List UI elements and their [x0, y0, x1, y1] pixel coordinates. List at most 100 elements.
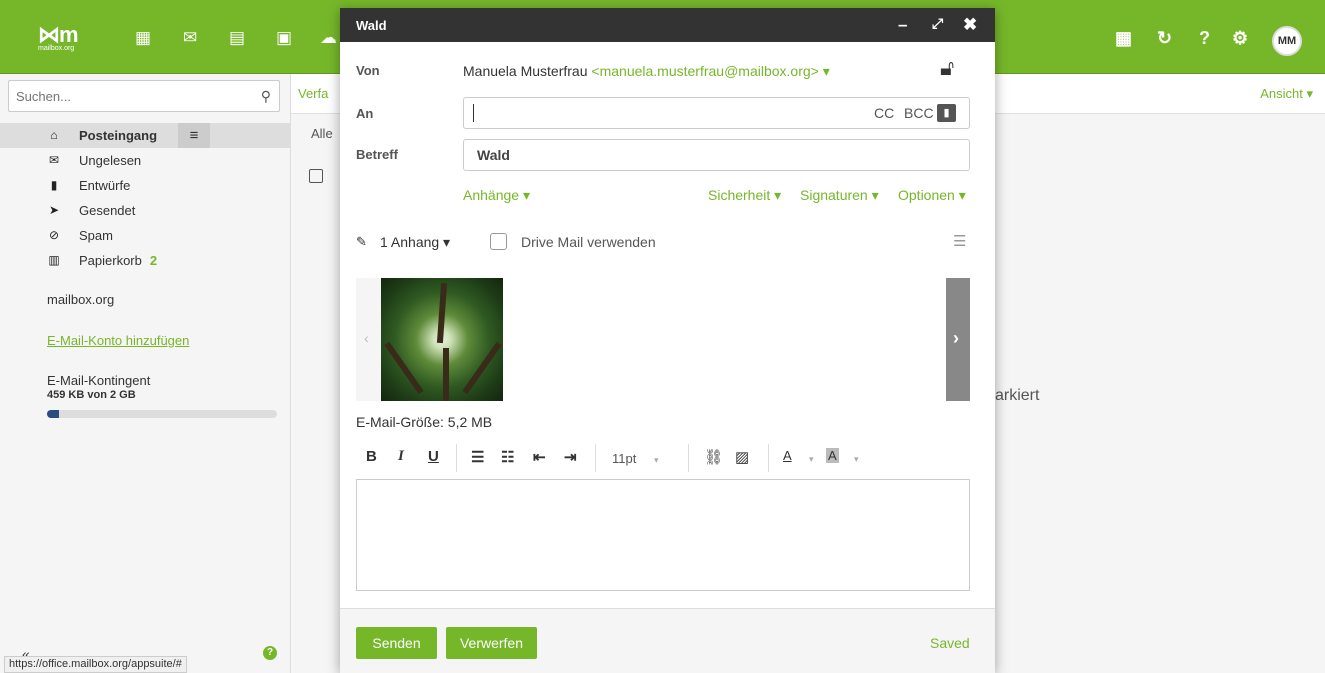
add-account-link[interactable]: E-Mail-Konto hinzufügen [47, 333, 189, 348]
security-dropdown[interactable]: Sicherheit ▾ [708, 187, 781, 204]
help-circle-icon[interactable]: ? [263, 646, 277, 660]
quota-label: E-Mail-Kontingent [47, 373, 151, 388]
font-size-value: 11pt [612, 451, 637, 466]
text-color-icon[interactable]: A [783, 448, 792, 463]
empty-selection-text: arkiert [995, 387, 1040, 404]
folder-trash[interactable]: ▥ Papierkorb 2 [0, 248, 291, 273]
thumb-detail [436, 282, 448, 344]
folder-spam[interactable]: ⊘ Spam [0, 223, 291, 248]
calendar-icon[interactable]: ▤ [229, 28, 245, 48]
folder-menu-icon[interactable]: ≡ [178, 123, 210, 148]
subject-value: Wald [477, 147, 510, 163]
from-selector[interactable]: Manuela Musterfrau <manuela.musterfrau@m… [463, 63, 830, 80]
italic-icon[interactable]: I [398, 448, 404, 465]
address-book-icon[interactable]: ▮ [937, 104, 956, 122]
contacts-icon[interactable]: ▣ [276, 28, 292, 48]
toolbar-divider [768, 444, 769, 472]
drive-mail-toggle[interactable]: Drive Mail verwenden [490, 233, 656, 251]
chevron-down-icon[interactable]: ▾ [854, 454, 859, 465]
mail-icon[interactable]: ✉ [183, 28, 197, 48]
logo-mark: ⋈m [38, 22, 79, 47]
close-icon[interactable]: ✖ [963, 15, 977, 35]
help-icon[interactable]: ? [1199, 28, 1210, 48]
thumb-detail [443, 348, 449, 401]
apps-grid-icon[interactable]: ▦ [1115, 28, 1132, 48]
unlock-icon[interactable]: 🔓︎ [940, 55, 954, 81]
folder-drafts[interactable]: ▮ Entwürfe [0, 173, 291, 198]
compose-footer: Senden Verwerfen Saved [340, 608, 995, 673]
image-icon[interactable]: ▨ [735, 448, 749, 466]
compose-button-partial[interactable]: Verfa [298, 86, 328, 101]
bullet-list-icon[interactable]: ☰ [471, 448, 484, 466]
folder-sent[interactable]: ➤ Gesendet [0, 198, 291, 223]
app-logo[interactable]: ⋈m mailbox.org [38, 22, 98, 53]
attachment-thumbnail[interactable] [381, 278, 503, 401]
attachment-count-dropdown[interactable]: 1 Anhang ▾ [380, 234, 450, 251]
account-name[interactable]: mailbox.org [47, 292, 114, 307]
link-icon[interactable]: ⛓ [704, 448, 723, 466]
compose-dialog: Wald – ⤢ ✖ Von Manuela Musterfrau <manue… [340, 8, 995, 673]
carousel-next-button[interactable]: › [946, 278, 970, 401]
to-label: An [356, 106, 374, 121]
filter-all-partial[interactable]: Alle [311, 126, 333, 141]
toolbar-divider [595, 444, 596, 472]
refresh-icon[interactable]: ↻ [1157, 28, 1172, 48]
search-input[interactable] [9, 81, 239, 111]
minimize-icon[interactable]: – [898, 15, 907, 35]
dashboard-icon[interactable]: ▦ [135, 28, 151, 48]
user-avatar[interactable]: MM [1272, 26, 1302, 56]
search-icon[interactable]: ⚲ [261, 88, 271, 105]
carousel-prev-area[interactable]: ‹ [356, 278, 381, 401]
bold-icon[interactable]: B [366, 448, 377, 465]
send-button[interactable]: Senden [356, 627, 437, 659]
settings-gear-icon[interactable]: ⚙ [1232, 28, 1248, 48]
bcc-button[interactable]: BCC [904, 105, 934, 121]
drive-mail-checkbox[interactable] [490, 233, 507, 251]
envelope-icon: ✉ [48, 153, 60, 167]
outdent-icon[interactable]: ⇤ [533, 448, 546, 466]
maximize-icon[interactable]: ⤢ [932, 15, 943, 32]
chevron-down-icon: ▾ [653, 455, 659, 465]
from-email: <manuela.musterfrau@mailbox.org> [591, 63, 819, 79]
font-size-dropdown[interactable]: 11pt ▾ [612, 451, 659, 466]
folder-inbox[interactable]: ⌂ Posteingang ≡ [0, 123, 291, 148]
text-cursor [473, 104, 474, 122]
subject-field[interactable]: Wald [463, 139, 970, 171]
folder-sidebar: ⚲ ⌂ Posteingang ≡ ✉ Ungelesen ▮ Entwürfe… [0, 74, 291, 673]
security-label: Sicherheit [708, 187, 771, 203]
indent-icon[interactable]: ⇥ [564, 448, 577, 466]
folder-label: Ungelesen [79, 153, 142, 168]
view-label: Ansicht [1260, 86, 1303, 101]
to-field[interactable]: CC BCC ▮ [463, 97, 970, 129]
background-color-icon[interactable]: A [826, 448, 839, 463]
subject-label: Betreff [356, 147, 398, 162]
numbered-list-icon[interactable]: ☷ [501, 448, 514, 466]
options-label: Optionen [898, 187, 955, 203]
cc-button[interactable]: CC [874, 105, 894, 121]
underline-icon[interactable]: U [428, 448, 439, 465]
paperclip-icon: ✎ [356, 234, 367, 249]
compose-title: Wald [356, 18, 387, 33]
chevron-left-icon: ‹ [364, 330, 369, 346]
folder-label-wrap: Papierkorb 2 [79, 248, 157, 273]
trash-icon: ▥ [48, 253, 60, 267]
view-dropdown[interactable]: Ansicht ▾ [1260, 86, 1313, 102]
unread-count-badge: 2 [149, 253, 158, 268]
discard-button[interactable]: Verwerfen [446, 627, 537, 659]
list-view-icon[interactable]: ☰ [953, 232, 966, 250]
attachment-count: 1 Anhang [380, 234, 440, 250]
select-all-checkbox[interactable] [309, 169, 323, 183]
options-dropdown[interactable]: Optionen ▾ [898, 187, 966, 204]
signatures-dropdown[interactable]: Signaturen ▾ [800, 187, 879, 204]
folder-unread[interactable]: ✉ Ungelesen [0, 148, 291, 173]
message-body-editor[interactable] [356, 479, 970, 591]
mail-size-text: E-Mail-Größe: 5,2 MB [356, 414, 493, 430]
attachment-carousel: ‹ › [356, 278, 970, 401]
drive-icon[interactable]: ☁ [320, 28, 337, 48]
toolbar-divider [456, 444, 457, 472]
attachments-dropdown[interactable]: Anhänge ▾ [463, 187, 530, 204]
chevron-down-icon[interactable]: ▾ [809, 454, 814, 465]
quota-progress-fill [47, 410, 59, 418]
folder-label: Posteingang [79, 128, 158, 143]
chevron-down-icon: ▾ [822, 63, 830, 79]
